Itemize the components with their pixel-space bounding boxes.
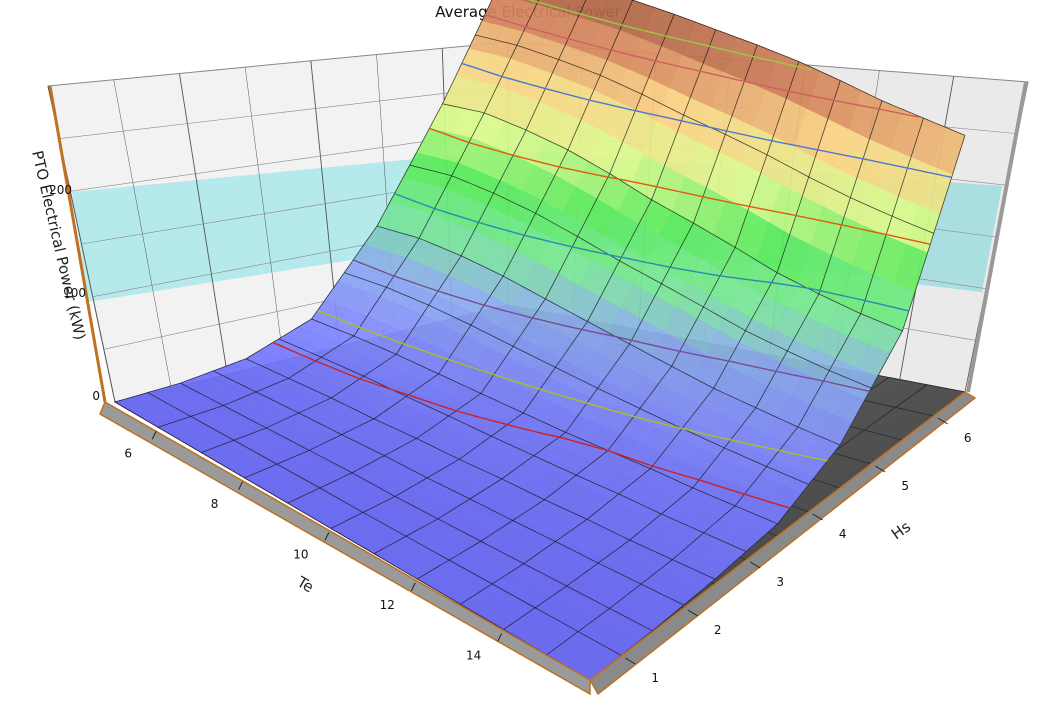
hs-tick-label: 5: [901, 479, 909, 493]
hs-tick-label: 2: [714, 623, 722, 637]
te-tick-label: 12: [380, 598, 395, 612]
hs-axis-label: Hs: [888, 517, 914, 543]
te-tick-label: 8: [211, 497, 219, 511]
hs-tick-label: 6: [964, 431, 972, 445]
hs-tick-label: 1: [651, 671, 659, 685]
te-tick-label: 10: [293, 547, 308, 561]
te-axis-label: Te: [293, 572, 317, 596]
hs-tick-label: 4: [839, 527, 847, 541]
te-tick-label: 14: [466, 648, 481, 662]
z-tick-label: 0: [92, 389, 100, 403]
surface-chart: Average Electrical Power 681012141234560…: [28, 0, 1029, 696]
te-tick-label: 6: [124, 446, 132, 460]
hs-tick-label: 3: [776, 575, 784, 589]
